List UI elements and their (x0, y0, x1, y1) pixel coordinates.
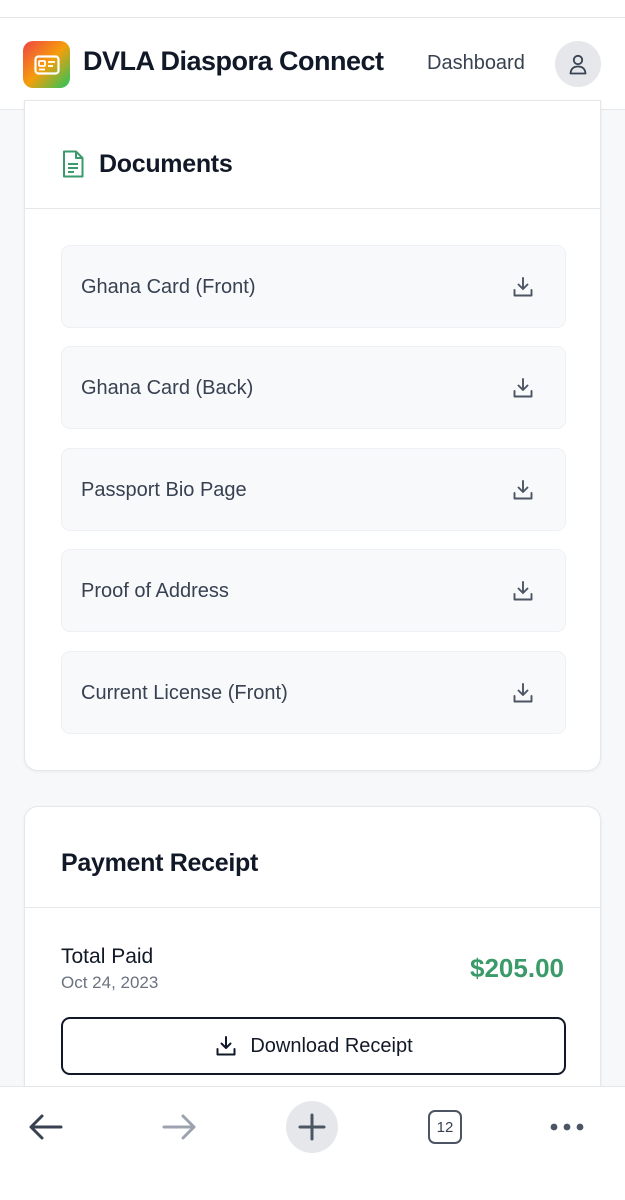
document-icon (63, 150, 84, 178)
app-header: DVLA Diaspora Connect Dashboard (0, 18, 625, 110)
id-card-icon (33, 54, 60, 75)
forward-button[interactable] (153, 1101, 205, 1153)
more-icon (550, 1123, 584, 1131)
document-item-passport-bio-page[interactable]: Passport Bio Page (61, 448, 566, 531)
more-button[interactable] (541, 1101, 593, 1153)
divider (25, 208, 600, 209)
tabs-button[interactable]: 12 (419, 1101, 471, 1153)
new-tab-button[interactable] (286, 1101, 338, 1153)
app-title: DVLA Diaspora Connect (83, 46, 384, 76)
payment-date: Oct 24, 2023 (61, 973, 159, 992)
user-icon (569, 54, 587, 75)
document-label: Ghana Card (Back) (81, 377, 254, 399)
download-icon[interactable] (511, 579, 535, 603)
document-item-ghana-card-back[interactable]: Ghana Card (Back) (61, 346, 566, 429)
documents-card: Documents Ghana Card (Front) Ghana Card … (24, 100, 601, 771)
payment-receipt-title: Payment Receipt (61, 849, 258, 877)
document-label: Current License (Front) (81, 682, 288, 704)
document-label: Passport Bio Page (81, 479, 247, 501)
forward-arrow-icon (162, 1114, 196, 1140)
download-receipt-label: Download Receipt (250, 1034, 413, 1057)
document-label: Proof of Address (81, 580, 229, 602)
document-item-ghana-card-front[interactable]: Ghana Card (Front) (61, 245, 566, 328)
download-receipt-button[interactable]: Download Receipt (61, 1017, 566, 1075)
user-avatar-button[interactable] (555, 41, 601, 87)
back-arrow-icon (29, 1114, 63, 1140)
tab-count: 12 (436, 1118, 454, 1136)
download-icon[interactable] (511, 478, 535, 502)
download-icon[interactable] (511, 681, 535, 705)
total-paid-amount: $205.00 (470, 953, 564, 983)
app-logo[interactable] (23, 41, 70, 88)
back-button[interactable] (20, 1101, 72, 1153)
documents-title: Documents (99, 149, 233, 178)
document-item-current-license-front[interactable]: Current License (Front) (61, 651, 566, 734)
document-item-proof-of-address[interactable]: Proof of Address (61, 549, 566, 632)
dashboard-link[interactable]: Dashboard (427, 52, 525, 75)
download-icon (216, 1036, 236, 1056)
browser-toolbar: 12 (0, 1086, 625, 1200)
plus-icon (298, 1113, 326, 1141)
tabs-icon: 12 (428, 1110, 462, 1144)
status-strip (0, 0, 625, 18)
documents-header: Documents (61, 149, 233, 179)
download-icon[interactable] (511, 376, 535, 400)
download-icon[interactable] (511, 275, 535, 299)
document-label: Ghana Card (Front) (81, 276, 256, 298)
divider (25, 907, 600, 908)
total-paid-label: Total Paid (61, 945, 154, 968)
